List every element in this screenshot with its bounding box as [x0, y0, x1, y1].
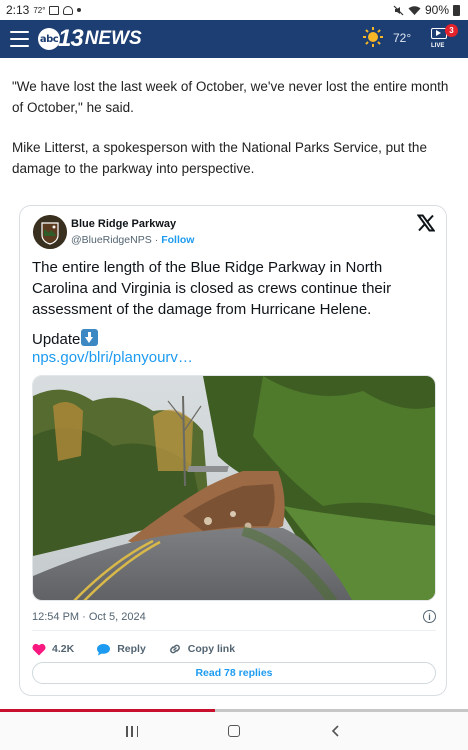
follow-button[interactable]: Follow	[161, 234, 194, 246]
logo-number: 13	[58, 25, 84, 52]
embedded-tweet: Blue Ridge Parkway @BlueRidgeNPS · Follow …	[19, 205, 447, 696]
separator: ·	[154, 234, 159, 246]
live-badge: 3	[445, 24, 458, 37]
tweet-author-name[interactable]: Blue Ridge Parkway	[71, 218, 176, 230]
home-icon[interactable]	[228, 725, 240, 737]
abc-logo: abc	[38, 28, 60, 50]
weather-temperature: 72°	[393, 31, 412, 45]
heart-icon	[32, 643, 46, 655]
logo-news: NEWS	[84, 28, 142, 49]
wifi-icon	[408, 5, 421, 15]
article-paragraph: "We have lost the last week of October, …	[12, 79, 449, 115]
weather-widget[interactable]: 72°	[363, 27, 411, 47]
tweet-handle-row: @BlueRidgeNPS · Follow	[71, 234, 194, 246]
live-button[interactable]: LIVE 3	[428, 24, 458, 54]
tweet-actions: 4.2K Reply Copy link	[32, 640, 436, 658]
read-replies-button[interactable]: Read 78 replies	[32, 662, 436, 684]
status-time: 2:13	[6, 3, 30, 17]
divider	[32, 630, 436, 631]
info-icon[interactable]: i	[423, 610, 436, 623]
tweet-timestamp[interactable]: 12:54 PM · Oct 5, 2024	[32, 611, 146, 623]
menu-icon[interactable]	[10, 31, 29, 47]
like-count: 4.2K	[52, 643, 75, 655]
system-nav-bar	[0, 712, 468, 750]
tweet-link[interactable]: nps.gov/blri/planyourv…	[32, 349, 193, 366]
live-label: LIVE	[431, 43, 445, 49]
like-button[interactable]: 4.2K	[32, 643, 74, 656]
tweet-update-line: Update	[32, 329, 99, 348]
mute-icon	[393, 5, 404, 15]
reply-bubble-icon	[97, 643, 111, 655]
back-icon[interactable]	[330, 725, 342, 737]
more-notifications-icon	[77, 8, 82, 12]
gallery-notification-icon	[49, 5, 60, 15]
reply-button[interactable]: Reply	[96, 643, 146, 656]
status-temp: 72°	[33, 5, 46, 15]
sun-icon	[363, 27, 383, 47]
avatar[interactable]	[33, 215, 67, 249]
status-bar: 2:13 72° 90%	[0, 0, 468, 20]
tweet-handle[interactable]: @BlueRidgeNPS	[71, 234, 152, 246]
copy-link-button[interactable]: Copy link	[168, 642, 235, 656]
tweet-meta-row: 12:54 PM · Oct 5, 2024 i	[32, 610, 436, 623]
recent-apps-icon[interactable]	[126, 726, 138, 737]
update-label: Update	[32, 331, 81, 348]
article-paragraph: Mike Litterst, a spokesperson with the N…	[12, 140, 427, 176]
battery-percent: 90%	[424, 3, 449, 17]
arrow-down-emoji-icon	[81, 329, 99, 346]
site-logo[interactable]: abc 13 NEWS	[38, 25, 142, 52]
copy-link-label: Copy link	[187, 643, 236, 655]
notification-icon	[63, 5, 74, 15]
tweet-photo[interactable]	[32, 375, 436, 601]
link-icon	[169, 644, 180, 654]
site-header: abc 13 NEWS 72° LIVE 3	[0, 20, 468, 58]
reply-label: Reply	[117, 643, 146, 655]
battery-icon	[453, 4, 460, 16]
x-logo-icon[interactable]	[417, 214, 435, 232]
tweet-text: The entire length of the Blue Ridge Park…	[32, 259, 392, 318]
